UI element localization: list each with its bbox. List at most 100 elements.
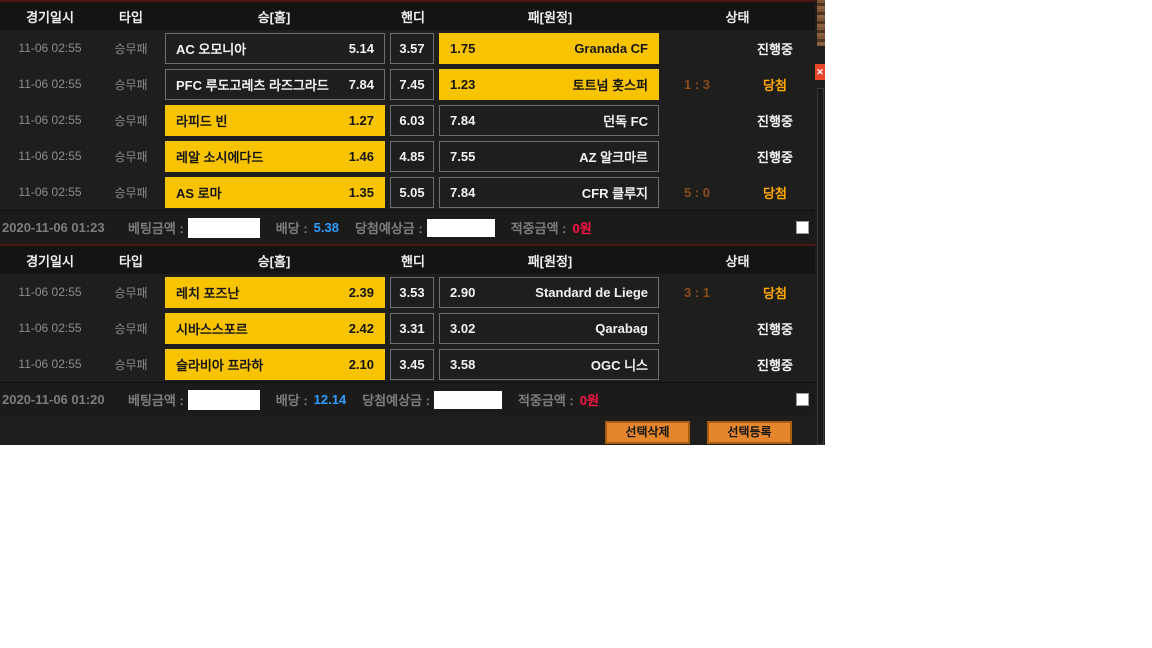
match-rows: 11-06 02:55승무패AC 오모니아5.143.571.75Granada… bbox=[0, 30, 815, 210]
panel-content: 경기일시타입승[홈]핸디패[원정]상태 11-06 02:55승무패AC 오모니… bbox=[0, 0, 815, 444]
action-button-row: 선택삭제 선택등록 bbox=[0, 416, 815, 444]
home-team-name: 시바스스포르 bbox=[176, 319, 248, 338]
hit-amount-value: 0원 bbox=[573, 218, 592, 237]
home-odds: 2.42 bbox=[349, 321, 374, 336]
register-selection-button[interactable]: 선택등록 bbox=[707, 421, 792, 444]
draw-odds-cell: 3.45 bbox=[390, 349, 434, 380]
home-team-name: 슬라비아 프라하 bbox=[176, 355, 263, 374]
col-header-type: 타입 bbox=[100, 7, 162, 26]
match-datetime: 11-06 02:55 bbox=[0, 41, 100, 55]
home-pick-cell: AC 오모니아5.14 bbox=[165, 33, 385, 64]
away-team-name: Granada CF bbox=[574, 41, 648, 56]
table-header-row: 경기일시타입승[홈]핸디패[원정]상태 bbox=[0, 244, 815, 274]
away-team-name: AZ 알크마르 bbox=[579, 147, 648, 166]
home-team-name: 라피드 빈 bbox=[176, 111, 227, 130]
betting-history-panel: 경기일시타입승[홈]핸디패[원정]상태 11-06 02:55승무패AC 오모니… bbox=[0, 0, 825, 445]
col-header-type: 타입 bbox=[100, 251, 162, 270]
bet-type: 승무패 bbox=[100, 76, 162, 93]
redacted-bet-amount bbox=[188, 390, 260, 410]
away-team-name: OGC 니스 bbox=[591, 355, 648, 374]
match-row: 11-06 02:55승무패레알 소시에다드1.464.857.55AZ 알크마… bbox=[0, 138, 815, 174]
match-row: 11-06 02:55승무패시바스스포르2.423.313.02Qarabag진… bbox=[0, 310, 815, 346]
home-pick-cell: 레치 포즈난2.39 bbox=[165, 277, 385, 308]
col-header-away-lose: 패[원정] bbox=[440, 251, 660, 270]
bet-slip-section-2: 경기일시타입승[홈]핸디패[원정]상태 11-06 02:55승무패레치 포즈난… bbox=[0, 244, 815, 416]
col-header-datetime: 경기일시 bbox=[0, 251, 100, 270]
draw-odds-cell: 6.03 bbox=[390, 105, 434, 136]
match-datetime: 11-06 02:55 bbox=[0, 77, 100, 91]
slip-datetime: 2020-11-06 01:20 bbox=[2, 392, 112, 407]
bet-type: 승무패 bbox=[100, 184, 162, 201]
draw-odds-cell: 3.31 bbox=[390, 313, 434, 344]
redacted-bet-amount bbox=[188, 218, 260, 238]
match-datetime: 11-06 02:55 bbox=[0, 149, 100, 163]
home-odds: 2.10 bbox=[349, 357, 374, 372]
away-pick-cell: 2.90 Standard de Liege bbox=[439, 277, 659, 308]
expected-win-label: 당첨예상금 : bbox=[355, 218, 423, 237]
odds-label: 배당 : bbox=[276, 390, 308, 409]
away-team-name: Standard de Liege bbox=[535, 285, 648, 300]
away-team-name: 토트넘 홋스퍼 bbox=[573, 75, 648, 94]
match-score: 5 : 0 bbox=[659, 185, 735, 200]
slip-datetime: 2020-11-06 01:23 bbox=[2, 220, 112, 235]
col-header-status: 상태 bbox=[660, 7, 815, 26]
away-pick-cell: 7.55AZ 알크마르 bbox=[439, 141, 659, 172]
alert-badge-icon[interactable]: ✕ bbox=[815, 64, 825, 80]
hit-amount-label: 적중금액 : bbox=[511, 218, 567, 237]
slip-summary-2: 2020-11-06 01:20 베팅금액 : 배당 : 12.14 당첨예상금… bbox=[0, 382, 815, 416]
away-team-name: 던독 FC bbox=[603, 111, 648, 130]
match-row: 11-06 02:55승무패라피드 빈1.276.037.84던독 FC진행중 bbox=[0, 102, 815, 138]
odds-label: 배당 : bbox=[276, 218, 308, 237]
away-pick-cell: 3.02 Qarabag bbox=[439, 313, 659, 344]
home-team-name: 레알 소시에다드 bbox=[176, 147, 263, 166]
match-status: 진행중 bbox=[735, 319, 815, 338]
total-odds-value: 12.14 bbox=[314, 392, 347, 407]
home-pick-cell: PFC 루도고레츠 라즈그라드 7.84 bbox=[165, 69, 385, 100]
match-status: 당첨 bbox=[735, 75, 815, 94]
right-scrollbar: ✕ bbox=[817, 0, 825, 445]
home-team-name: PFC 루도고레츠 라즈그라드 bbox=[176, 75, 329, 94]
col-header-datetime: 경기일시 bbox=[0, 7, 100, 26]
redacted-expected-amount bbox=[434, 391, 502, 409]
table-header-row: 경기일시타입승[홈]핸디패[원정]상태 bbox=[0, 0, 815, 30]
home-pick-cell: 레알 소시에다드1.46 bbox=[165, 141, 385, 172]
match-status: 진행중 bbox=[735, 39, 815, 58]
home-odds: 1.27 bbox=[349, 113, 374, 128]
col-header-home-win: 승[홈] bbox=[162, 7, 386, 26]
bet-type: 승무패 bbox=[100, 40, 162, 57]
match-rows: 11-06 02:55승무패레치 포즈난2.393.532.90Standard… bbox=[0, 274, 815, 382]
away-odds: 2.90 bbox=[450, 285, 475, 300]
bet-amount-label: 베팅금액 : bbox=[128, 390, 184, 409]
match-row: 11-06 02:55승무패AS 로마1.355.057.84CFR 클루지5 … bbox=[0, 174, 815, 210]
col-header-status: 상태 bbox=[660, 251, 815, 270]
draw-odds-cell: 5.05 bbox=[390, 177, 434, 208]
match-row: 11-06 02:55승무패PFC 루도고레츠 라즈그라드7.847.451.2… bbox=[0, 66, 815, 102]
bet-type: 승무패 bbox=[100, 112, 162, 129]
draw-odds-cell: 3.57 bbox=[390, 33, 434, 64]
away-odds: 3.02 bbox=[450, 321, 475, 336]
select-slip-checkbox[interactable] bbox=[796, 393, 809, 406]
away-pick-cell: 3.58OGC 니스 bbox=[439, 349, 659, 380]
scrollbar-track[interactable] bbox=[817, 88, 824, 445]
away-team-name: Qarabag bbox=[595, 321, 648, 336]
home-pick-cell: 시바스스포르 2.42 bbox=[165, 313, 385, 344]
match-datetime: 11-06 02:55 bbox=[0, 185, 100, 199]
away-odds: 7.84 bbox=[450, 113, 475, 128]
home-pick-cell: AS 로마1.35 bbox=[165, 177, 385, 208]
match-row: 11-06 02:55승무패레치 포즈난2.393.532.90Standard… bbox=[0, 274, 815, 310]
match-datetime: 11-06 02:55 bbox=[0, 113, 100, 127]
home-odds: 7.84 bbox=[349, 77, 374, 92]
hit-amount-label: 적중금액 : bbox=[518, 390, 574, 409]
bet-slip-section-1: 경기일시타입승[홈]핸디패[원정]상태 11-06 02:55승무패AC 오모니… bbox=[0, 0, 815, 244]
home-team-name: AS 로마 bbox=[176, 183, 222, 202]
match-row: 11-06 02:55승무패슬라비아 프라하2.103.453.58OGC 니스… bbox=[0, 346, 815, 382]
col-header-away-lose: 패[원정] bbox=[440, 7, 660, 26]
scrollbar-thumb[interactable] bbox=[817, 0, 825, 46]
hit-amount-value: 0원 bbox=[580, 390, 599, 409]
delete-selection-button[interactable]: 선택삭제 bbox=[605, 421, 690, 444]
away-odds: 1.23 bbox=[450, 77, 475, 92]
col-header-handicap: 핸디 bbox=[386, 251, 440, 270]
bet-type: 승무패 bbox=[100, 320, 162, 337]
slip-summary-1: 2020-11-06 01:23 베팅금액 : 배당 : 5.38 당첨예상금 … bbox=[0, 210, 815, 244]
select-slip-checkbox[interactable] bbox=[796, 221, 809, 234]
